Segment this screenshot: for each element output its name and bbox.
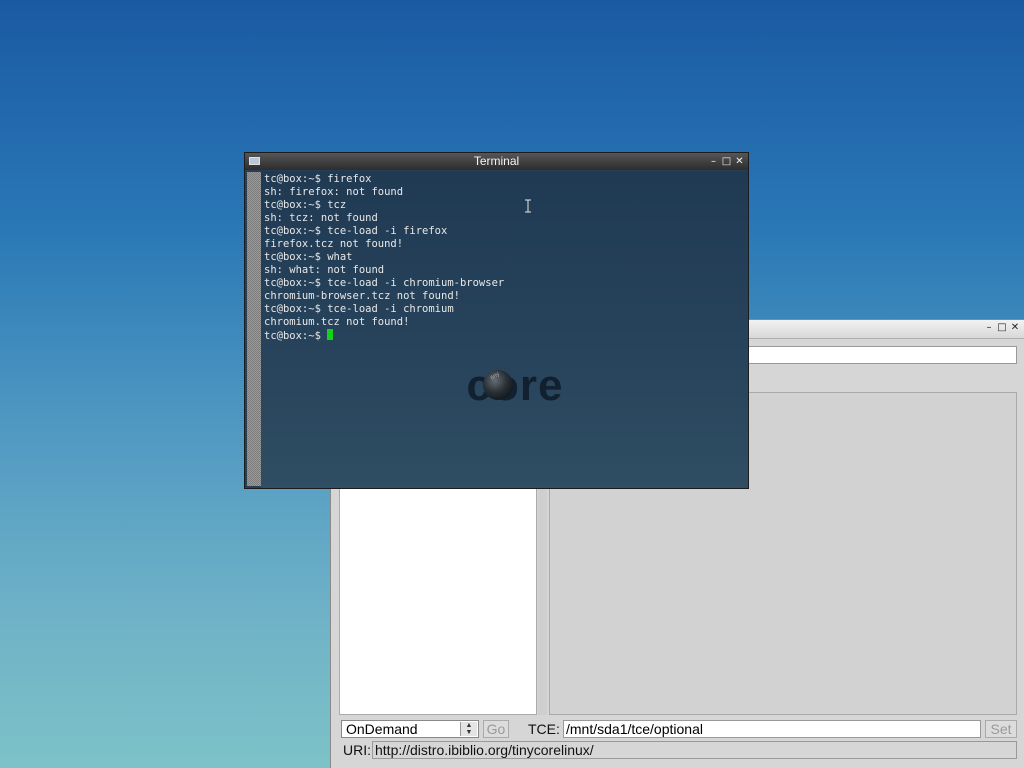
go-button[interactable]: Go [483, 720, 509, 738]
terminal-line: firefox.tcz not found! [264, 238, 404, 250]
uri-label: URI: [343, 742, 371, 758]
terminal-line: sh: what: not found [264, 264, 385, 276]
mode-select[interactable]: OnDemand ▲ ▼ [341, 720, 479, 738]
maximize-icon[interactable]: □ [721, 155, 732, 168]
terminal-cursor [327, 329, 334, 340]
terminal-line: tc@box:~$ tcz [264, 199, 347, 211]
terminal-prompt: tc@box:~$ [264, 330, 328, 342]
terminal-line: sh: firefox: not found [264, 186, 404, 198]
terminal-body[interactable]: core tiny tc@box:~$ firefox sh: firefox: … [261, 171, 748, 488]
terminal-line: chromium-browser.tcz not found! [264, 290, 460, 302]
terminal-scrollbar[interactable] [247, 172, 261, 486]
terminal-prompt-line: tc@box:~$ [264, 329, 504, 342]
tce-path-value: /mnt/sda1/tce/optional [566, 721, 703, 737]
terminal-line: tc@box:~$ tce-load -i chromium-browser [264, 277, 505, 289]
close-icon[interactable]: ✕ [1009, 322, 1021, 334]
spinner-arrows-icon[interactable]: ▲ ▼ [460, 722, 477, 736]
desktop: – □ ✕ OnDemand ▲ ▼ Go TCE: /mnt/sda1/tce/… [0, 0, 1024, 768]
terminal-line: tc@box:~$ tce-load -i firefox [264, 225, 448, 237]
text-cursor-icon [525, 199, 531, 213]
uri-value: http://distro.ibiblio.org/tinycorelinux/ [375, 742, 594, 758]
uri-field[interactable]: http://distro.ibiblio.org/tinycorelinux/ [372, 741, 1017, 759]
terminal-line: sh: tcz: not found [264, 212, 378, 224]
terminal-line: tc@box:~$ firefox [264, 173, 372, 185]
terminal-title: Terminal [473, 154, 520, 168]
minimize-icon[interactable]: – [708, 155, 719, 168]
tce-label: TCE: [528, 721, 560, 737]
logo-wordmark: core [467, 361, 564, 410]
terminal-window[interactable]: Terminal – □ ✕ core tiny tc@box:~$ firef… [244, 152, 749, 489]
mode-select-value: OnDemand [346, 721, 418, 737]
terminal-line: tc@box:~$ what [264, 251, 353, 263]
close-icon[interactable]: ✕ [734, 155, 745, 168]
maximize-icon[interactable]: □ [996, 322, 1008, 334]
terminal-line: tc@box:~$ tce-load -i chromium [264, 303, 454, 315]
set-button[interactable]: Set [985, 720, 1017, 738]
tce-path-field[interactable]: /mnt/sda1/tce/optional [563, 720, 981, 738]
tinycore-logo: core tiny [467, 361, 564, 410]
terminal-line: chromium.tcz not found! [264, 316, 410, 328]
terminal-titlebar[interactable]: Terminal – □ ✕ [245, 153, 748, 170]
minimize-icon[interactable]: – [983, 322, 995, 334]
terminal-output: tc@box:~$ firefox sh: firefox: not found t… [264, 173, 504, 342]
